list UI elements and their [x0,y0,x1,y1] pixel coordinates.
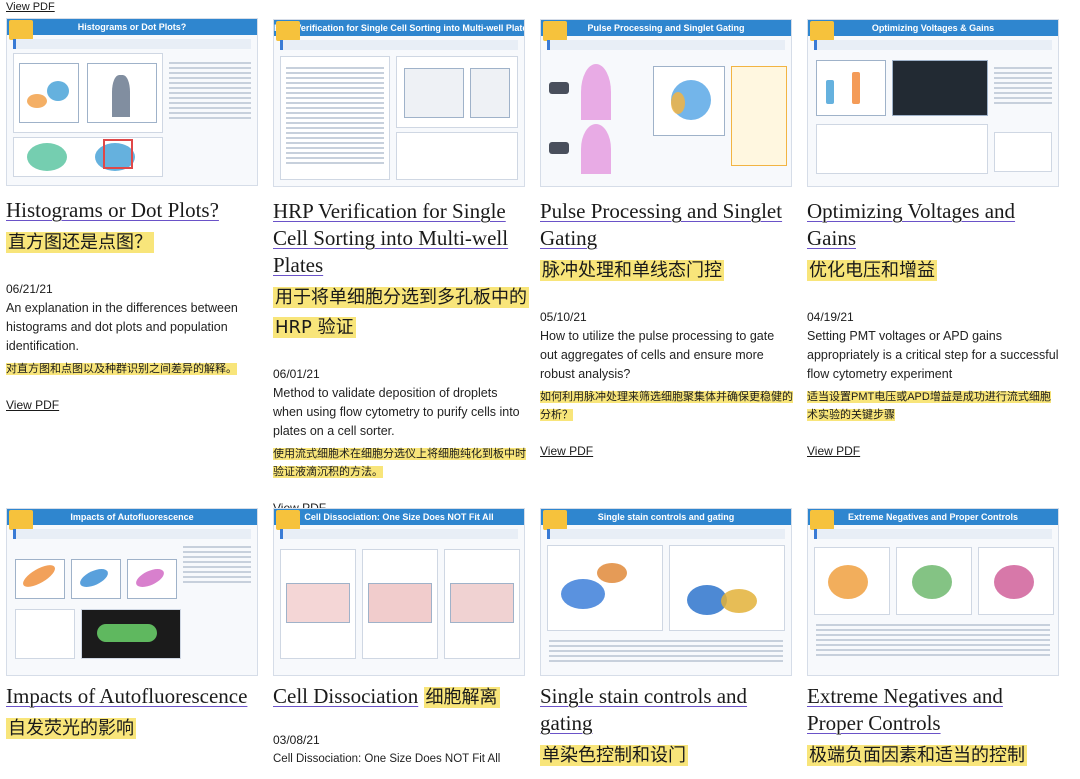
card-title[interactable]: Histograms or Dot Plots? [6,197,260,224]
thumbnail-histograms[interactable]: Histograms or Dot Plots? [6,18,258,186]
card-title[interactable]: Impacts of Autofluorescence [6,683,260,710]
thumbnail-title: Optimizing Voltages & Gains [808,20,1058,36]
card-title-zh: 细胞解离 [423,687,500,708]
card-title-zh: 脉冲处理和单线态门控 [540,260,724,281]
card-title-zh: 直方图还是点图？ [6,232,154,253]
card-date: 05/10/21 [540,310,587,324]
card-pulse-processing: Pulse Processing and Singlet Gating Puls… [540,0,794,766]
card-histograms: View PDF Histograms or Dot Plots? Histog… [6,0,260,739]
pipeline-badge-icon [543,510,567,530]
card-title[interactable]: Pulse Processing and Singlet Gating [540,198,794,252]
card-description: Setting PMT voltages or APD gains approp… [807,329,1059,381]
thumbnail-title: Histograms or Dot Plots? [7,19,257,35]
card-title[interactable]: Single stain controls and gating [540,683,794,737]
pipeline-badge-icon [276,21,300,41]
card-title-zh: 单染色控制和设门 [540,745,688,766]
pipeline-badge-icon [9,20,33,40]
card-title[interactable]: HRP Verification for Single Cell Sorting… [273,198,527,279]
thumbnail-cell-dissociation[interactable]: Cell Dissociation: One Size Does NOT Fit… [273,508,525,676]
thumbnail-title: Cell Dissociation: One Size Does NOT Fit… [274,509,524,525]
thumbnail-pulse[interactable]: Pulse Processing and Singlet Gating [540,19,792,187]
card-title-zh: 用于将单细胞分选到多孔板中的 HRP 验证 [273,287,529,338]
pipeline-badge-icon [276,510,300,530]
card-title-zh: 自发荧光的影响 [6,718,136,739]
card-date: 06/01/21 [273,367,320,381]
thumbnail-hrp[interactable]: HRP Verification for Single Cell Sorting… [273,19,525,187]
thumbnail-title: HRP Verification for Single Cell Sorting… [274,20,524,36]
card-description: Cell Dissociation: One Size Does NOT Fit… [273,753,501,765]
card-title[interactable]: Optimizing Voltages and Gains [807,198,1061,252]
card-hrp-verification: HRP Verification for Single Cell Sorting… [273,0,529,765]
card-description-zh: 适当设置PMT电压或APD增益是成功进行流式细胞术实验的关键步骤 [807,391,1051,421]
top-view-pdf-link[interactable]: View PDF [6,1,260,13]
view-pdf-link[interactable]: View PDF [807,444,1061,458]
card-description: How to utilize the pulse processing to g… [540,329,775,381]
pipeline-badge-icon [810,21,834,41]
thumbnail-single-stain[interactable]: Single stain controls and gating [540,508,792,676]
card-description-zh: 如何利用脉冲处理来筛选细胞聚集体并确保更稳健的分析？ [540,391,793,421]
card-date: 04/19/21 [807,310,854,324]
pipeline-badge-icon [543,21,567,41]
card-title[interactable]: Extreme Negatives and Proper Controls [807,683,1061,737]
thumbnail-title: Impacts of Autofluorescence [7,509,257,525]
view-pdf-link[interactable]: View PDF [6,398,260,412]
thumbnail-voltages[interactable]: Optimizing Voltages & Gains [807,19,1059,187]
thumbnail-title: Single stain controls and gating [541,509,791,525]
card-optimizing-voltages: Optimizing Voltages & Gains Optimizing V… [807,0,1061,766]
card-date: 03/08/21 [273,733,320,747]
card-title-zh: 优化电压和增益 [807,260,937,281]
thumbnail-extreme-negatives[interactable]: Extreme Negatives and Proper Controls [807,508,1059,676]
card-description-zh: 使用流式细胞术在细胞分选仪上将细胞纯化到板中时验证液滴沉积的方法。 [273,448,526,478]
thumbnail-autofluorescence[interactable]: Impacts of Autofluorescence [6,508,258,676]
pipeline-badge-icon [9,510,33,530]
view-pdf-link[interactable]: View PDF [540,444,794,458]
card-description: Method to validate deposition of droplet… [273,386,520,438]
thumbnail-title: Pulse Processing and Singlet Gating [541,20,791,36]
card-title-zh: 极端负面因素和适当的控制 [807,745,1027,766]
card-date: 06/21/21 [6,282,53,296]
card-title[interactable]: Cell Dissociation 细胞解离 [273,683,527,711]
pipeline-badge-icon [810,510,834,530]
card-description-zh: 对直方图和点图以及种群识别之间差异的解释。 [6,363,237,375]
card-description: An explanation in the differences betwee… [6,301,238,353]
thumbnail-title: Extreme Negatives and Proper Controls [808,509,1058,525]
